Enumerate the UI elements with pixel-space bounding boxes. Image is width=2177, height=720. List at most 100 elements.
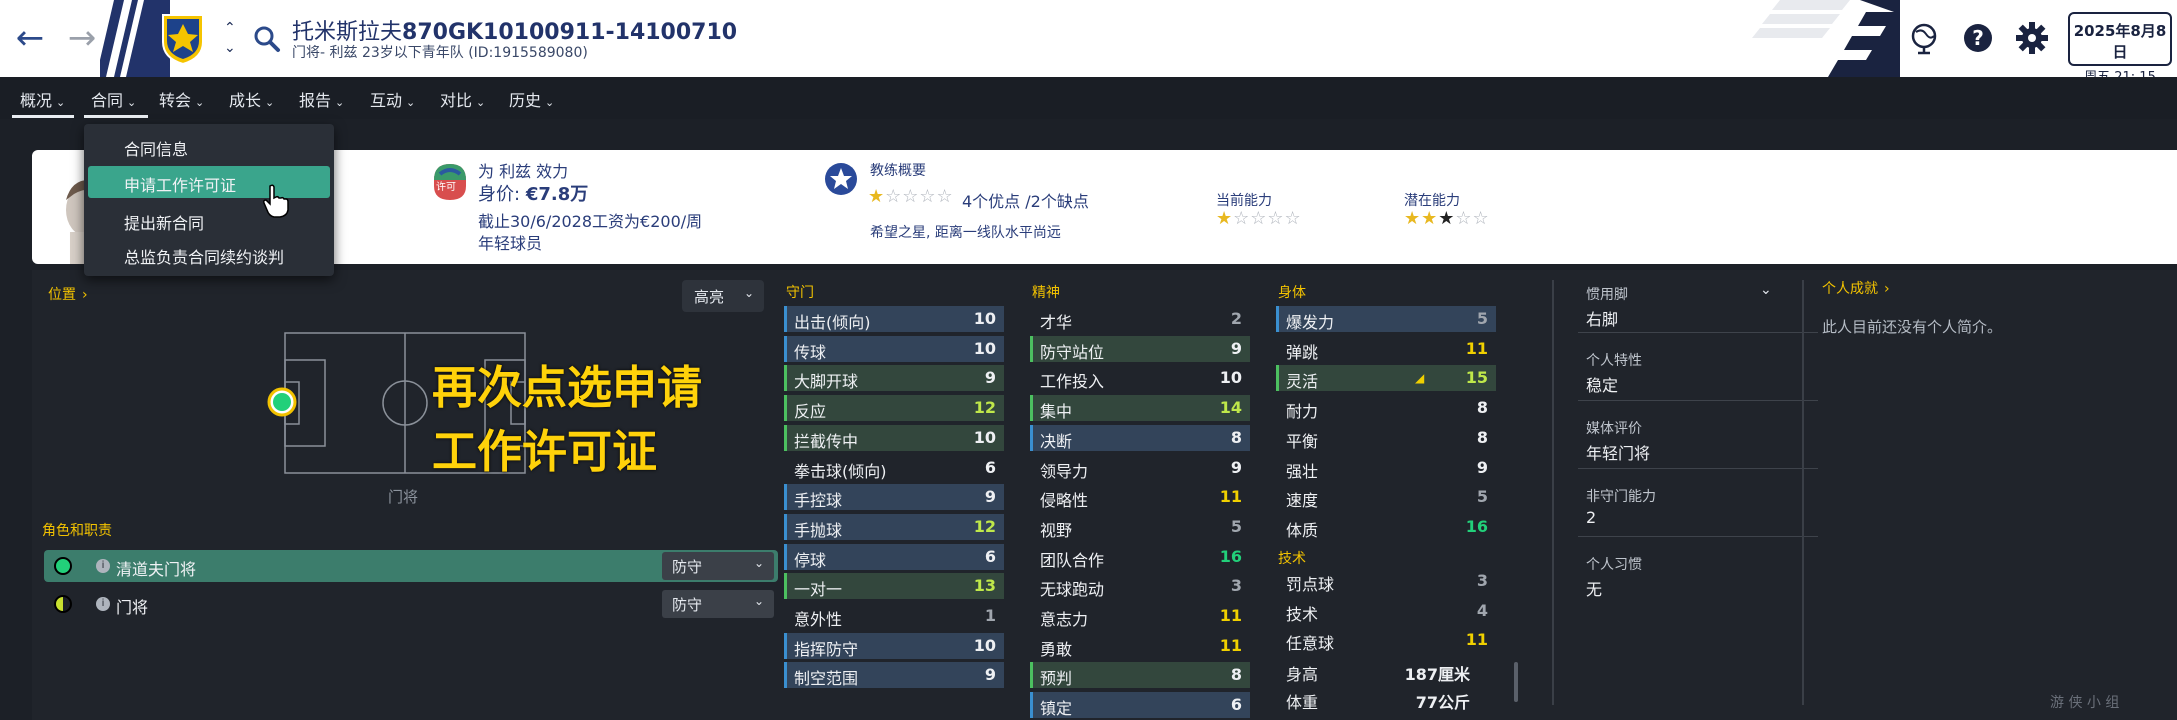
game-date-button[interactable]: 2025年8月8日 周五 21: 15 xyxy=(2068,12,2172,77)
media-value: 年轻门将 xyxy=(1586,444,1651,463)
club-crest-icon[interactable] xyxy=(160,12,206,66)
media-label: 媒体评价 xyxy=(1586,421,1642,437)
star-empty-icon: ☆☆☆☆ xyxy=(885,186,954,207)
attribute-name: 防守站位 xyxy=(1040,342,1105,362)
height-value: 187厘米 xyxy=(1404,665,1470,684)
chevron-down-icon: ⌄ xyxy=(753,556,764,570)
menu-interaction[interactable]: 互动 ⌄ xyxy=(370,87,415,111)
attribute-row: 预判 8 xyxy=(1030,662,1250,689)
back-arrow-icon[interactable]: ← xyxy=(10,18,50,58)
scrollbar[interactable] xyxy=(1514,662,1518,702)
attribute-value: 10 xyxy=(973,338,996,358)
hand-cursor-icon xyxy=(263,184,289,218)
menu-history[interactable]: 历史 ⌄ xyxy=(509,87,554,111)
attribute-row: 手控球 9 xyxy=(784,484,1004,511)
attribute-value: 9 xyxy=(1230,457,1242,477)
info-icon[interactable]: i xyxy=(96,597,110,611)
player-profile-strip: 许可 为 利兹 效力 身价: €7.8万 截止30/6/2028工资为€200/… xyxy=(32,150,2177,264)
info-divider xyxy=(1578,332,1818,333)
svg-text:?: ? xyxy=(1972,26,1984,50)
menu-development[interactable]: 成长 ⌄ xyxy=(229,87,274,111)
attribute-row: 工作投入 10 xyxy=(1030,365,1250,391)
attribute-name: 罚点球 xyxy=(1286,575,1335,594)
role-row[interactable]: i 清道夫门将 防守 ⌄ xyxy=(44,550,778,582)
attribute-row: 罚点球 3 xyxy=(1276,568,1496,594)
tutorial-annotation: 再次点选申请 工作许可证 xyxy=(432,356,702,484)
menu-compare[interactable]: 对比 ⌄ xyxy=(440,87,485,111)
chevron-down-icon: ⌄ xyxy=(545,96,555,109)
globe-icon[interactable] xyxy=(1906,20,1942,56)
dropdown-item-director-renewal[interactable]: 总监负责合同续约谈判 xyxy=(88,238,330,270)
search-icon[interactable] xyxy=(250,22,284,56)
attribute-name: 耐力 xyxy=(1286,402,1319,422)
duty-select[interactable]: 防守 ⌄ xyxy=(662,590,774,618)
info-divider xyxy=(1578,536,1818,537)
habits-value: 无 xyxy=(1586,580,1603,599)
attribute-name: 意志力 xyxy=(1040,610,1089,629)
attribute-name: 一对一 xyxy=(794,580,843,600)
menu-overview[interactable]: 概况 ⌄ xyxy=(20,87,65,111)
attribute-name: 出击(倾向) xyxy=(794,313,871,332)
menu-transfer[interactable]: 转会 ⌄ xyxy=(159,87,204,111)
dropdown-item-apply-work-permit[interactable]: 申请工作许可证 xyxy=(88,166,330,198)
attribute-name: 指挥防守 xyxy=(794,639,859,659)
plays-for: 为 利兹 效力 xyxy=(478,162,569,181)
dropdown-item-offer-new-contract[interactable]: 提出新合同 xyxy=(88,204,330,236)
bio-section-title[interactable]: 个人成就 › xyxy=(1822,278,1890,298)
coach-summary-title: 教练概要 xyxy=(870,163,926,179)
attribute-name: 弹跳 xyxy=(1286,342,1319,362)
attribute-name: 传球 xyxy=(794,342,827,362)
chevron-down-icon: ⌄ xyxy=(743,286,754,300)
forward-arrow-icon[interactable]: → xyxy=(62,18,102,58)
roles-section-title: 角色和职责 xyxy=(42,523,112,539)
strengths-weaknesses-link[interactable]: 4个优点 /2个缺点 xyxy=(962,188,1089,212)
attribute-value: 6 xyxy=(984,457,996,477)
attribute-row: 拳击球(倾向) 6 xyxy=(784,455,1004,481)
non-gk-value: 2 xyxy=(1586,508,1597,527)
attribute-name: 平衡 xyxy=(1286,431,1319,451)
attribute-name: 任意球 xyxy=(1286,634,1335,654)
duty-select[interactable]: 防守 ⌄ xyxy=(662,552,774,580)
gear-icon[interactable] xyxy=(2014,20,2050,56)
current-ability-label: 当前能力 xyxy=(1216,193,1272,209)
attribute-value: 2 xyxy=(1230,309,1242,328)
attribute-value: 11 xyxy=(1465,630,1488,650)
attribute-value: 10 xyxy=(973,635,996,655)
attribute-row: 决断 8 xyxy=(1030,424,1250,451)
current-ability-stars: ★☆☆☆☆ xyxy=(1216,208,1302,229)
up-down-chevron-icon[interactable]: ⌃ ⌄ xyxy=(224,18,236,58)
pitch-position-label: 门将 xyxy=(388,488,419,506)
weight-value: 77公斤 xyxy=(1415,693,1470,712)
coach-comment: 希望之星, 距离一线队水平尚远 xyxy=(870,225,1061,241)
chevron-down-icon: ⌄ xyxy=(406,96,416,109)
chevron-down-icon: ⌄ xyxy=(56,96,66,109)
attribute-name: 灵活 xyxy=(1286,372,1319,392)
chevron-down-icon[interactable]: ⌄ xyxy=(1760,282,1772,298)
highlight-label: 高亮 xyxy=(694,288,725,306)
chevron-down-icon: ⌄ xyxy=(753,594,764,608)
position-section-title[interactable]: 位置 › xyxy=(48,284,88,304)
menu-transfer-label: 转会 xyxy=(159,91,192,110)
player-subtitle: 门将- 利兹 23岁以下青年队 (ID:1915589080) xyxy=(292,45,588,61)
attribute-row: 体质 16 xyxy=(1276,514,1496,540)
info-icon[interactable]: i xyxy=(96,559,110,573)
attribute-value: 5 xyxy=(1476,487,1488,507)
physical-attributes: 爆发力 5 弹跳 11 灵活 15 ◢ 耐力 8 平衡 8 强壮 9 速度 5 体质 16 xyxy=(1276,306,1496,546)
dropdown-item-contract-info[interactable]: 合同信息 xyxy=(88,130,330,162)
attribute-value: 16 xyxy=(1465,516,1488,536)
attribute-value: 11 xyxy=(1219,606,1242,625)
attribute-name: 勇敢 xyxy=(1040,639,1073,659)
help-icon[interactable]: ? xyxy=(1960,20,1996,56)
player-status: 年轻球员 xyxy=(478,234,543,253)
info-divider xyxy=(1578,468,1818,469)
highlight-dropdown[interactable]: 高亮 ⌄ xyxy=(682,280,764,312)
menu-reports[interactable]: 报告 ⌄ xyxy=(299,87,344,111)
role-row[interactable]: i 门将 防守 ⌄ xyxy=(44,588,778,620)
attribute-row: 视野 5 xyxy=(1030,514,1250,540)
position-title: 位置 xyxy=(48,287,76,303)
attribute-row: 技术 4 xyxy=(1276,598,1496,624)
menu-compare-label: 对比 xyxy=(440,91,473,110)
traits-label: 个人特性 xyxy=(1586,353,1642,369)
menu-contract[interactable]: 合同 ⌄ xyxy=(91,87,136,111)
attribute-name: 手抛球 xyxy=(794,520,843,540)
